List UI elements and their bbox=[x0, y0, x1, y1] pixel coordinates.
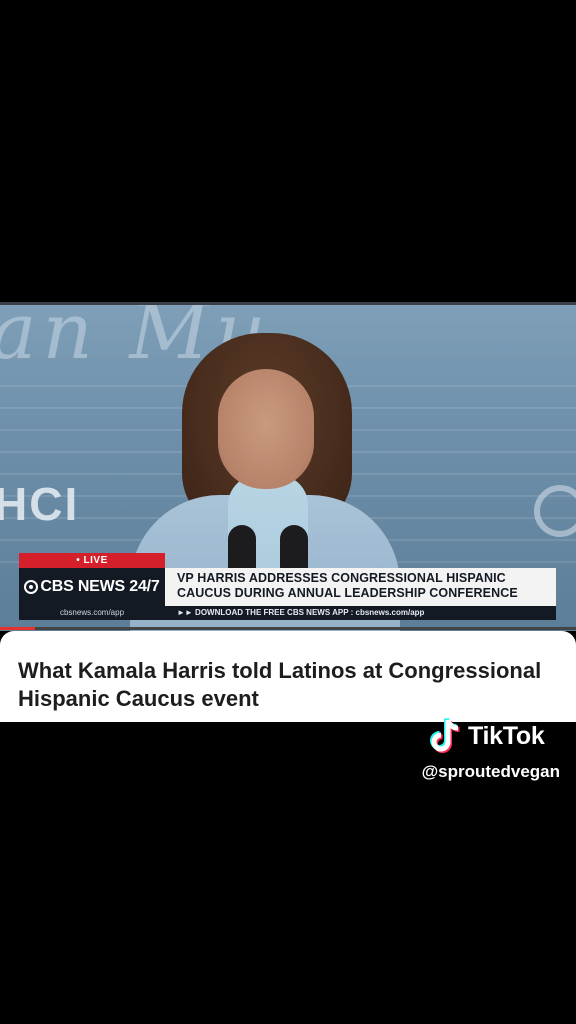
tiktok-watermark: TikTok bbox=[428, 716, 545, 756]
video-progress-bar[interactable] bbox=[0, 627, 576, 630]
letterbox-top bbox=[0, 0, 576, 300]
brand-url: cbsnews.com/app bbox=[19, 606, 165, 620]
lower-third-headline: VP HARRIS ADDRESSES CONGRESSIONAL HISPAN… bbox=[165, 568, 556, 606]
tiktok-note-icon bbox=[430, 717, 460, 753]
microphone-icon bbox=[228, 525, 256, 571]
headline-line-1: VP HARRIS ADDRESSES CONGRESSIONAL HISPAN… bbox=[177, 571, 506, 585]
speaker-face bbox=[218, 369, 314, 489]
backdrop-logo-text: HCI bbox=[0, 478, 80, 530]
cbs-eye-icon bbox=[24, 580, 39, 594]
live-badge: • LIVE bbox=[19, 553, 165, 568]
headline-line-2: CAUCUS DURING ANNUAL LEADERSHIP CONFEREN… bbox=[177, 585, 518, 600]
news-ticker: ►► DOWNLOAD THE FREE CBS NEWS APP : cbsn… bbox=[165, 606, 556, 620]
video-progress-fill bbox=[0, 627, 35, 630]
caption-card: What Kamala Harris told Latinos at Congr… bbox=[0, 631, 576, 722]
network-brand: CBS NEWS 24/7 bbox=[19, 568, 165, 606]
tiktok-wordmark: TikTok bbox=[468, 721, 545, 750]
creator-handle[interactable]: @sproutedvegan bbox=[422, 762, 560, 782]
microphone-icon bbox=[280, 525, 308, 571]
caption-title: What Kamala Harris told Latinos at Congr… bbox=[18, 658, 542, 711]
network-brand-label: CBS NEWS 24/7 bbox=[40, 578, 160, 595]
